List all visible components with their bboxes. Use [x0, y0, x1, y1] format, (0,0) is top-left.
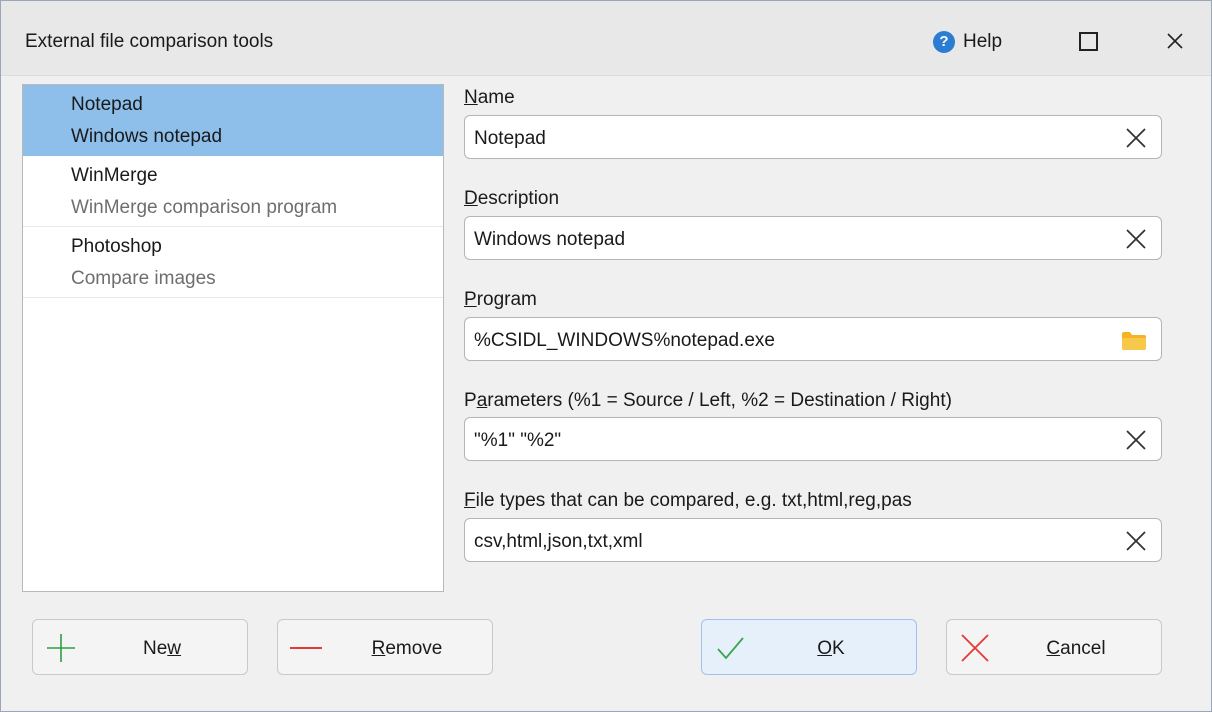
list-item-name: WinMerge	[71, 165, 158, 186]
remove-button-label: Remove	[371, 638, 443, 659]
cancel-x-icon	[961, 634, 989, 662]
help-icon[interactable]: ?	[933, 31, 955, 53]
ok-button-label: OK	[817, 638, 845, 659]
program-label: Program	[464, 289, 537, 310]
clear-description-icon[interactable]	[1125, 228, 1147, 250]
program-field-box	[464, 317, 1162, 361]
new-button-label: New	[142, 638, 182, 659]
parameters-input[interactable]	[474, 430, 1104, 452]
ok-button[interactable]: OK	[701, 619, 917, 675]
clear-file-types-icon[interactable]	[1125, 530, 1147, 552]
description-label: Description	[464, 188, 560, 209]
minus-icon	[290, 647, 322, 649]
new-button[interactable]: New	[32, 619, 248, 675]
list-item-photoshop[interactable]: Photoshop Compare images	[23, 227, 443, 298]
list-item-name: Notepad	[71, 94, 143, 115]
clear-parameters-icon[interactable]	[1125, 429, 1147, 451]
cancel-button[interactable]: Cancel	[946, 619, 1162, 675]
file-types-label: File types that can be compared, e.g. tx…	[464, 490, 912, 511]
maximize-icon[interactable]	[1079, 32, 1098, 51]
parameters-label: Parameters (%1 = Source / Left, %2 = Des…	[464, 390, 952, 411]
name-label: Name	[464, 87, 515, 108]
cancel-button-label: Cancel	[1046, 638, 1106, 659]
list-item-notepad[interactable]: Notepad Windows notepad	[23, 85, 443, 156]
checkmark-icon	[717, 637, 744, 660]
plus-icon	[47, 634, 75, 662]
name-field-box	[464, 115, 1162, 159]
dialog-window: External file comparison tools ? Help No…	[0, 0, 1212, 712]
tool-list[interactable]: Notepad Windows notepad WinMerge WinMerg…	[22, 84, 444, 592]
list-item-name: Photoshop	[71, 236, 162, 257]
file-types-field-box	[464, 518, 1162, 562]
list-item-description: Compare images	[71, 268, 216, 289]
parameters-field-box	[464, 417, 1162, 461]
help-button[interactable]: Help	[963, 31, 1002, 53]
description-input[interactable]	[474, 229, 1104, 251]
file-types-input[interactable]	[474, 531, 1104, 553]
folder-icon[interactable]	[1121, 331, 1147, 351]
program-input[interactable]	[474, 330, 1104, 352]
description-field-box	[464, 216, 1162, 260]
remove-button[interactable]: Remove	[277, 619, 493, 675]
window-title: External file comparison tools	[25, 31, 274, 52]
clear-name-icon[interactable]	[1125, 127, 1147, 149]
title-bar: External file comparison tools ? Help	[1, 1, 1211, 76]
name-input[interactable]	[474, 128, 1104, 150]
list-item-description: WinMerge comparison program	[71, 197, 338, 218]
list-item-description: Windows notepad	[71, 126, 223, 147]
close-icon[interactable]	[1165, 31, 1185, 51]
list-item-winmerge[interactable]: WinMerge WinMerge comparison program	[23, 156, 443, 227]
